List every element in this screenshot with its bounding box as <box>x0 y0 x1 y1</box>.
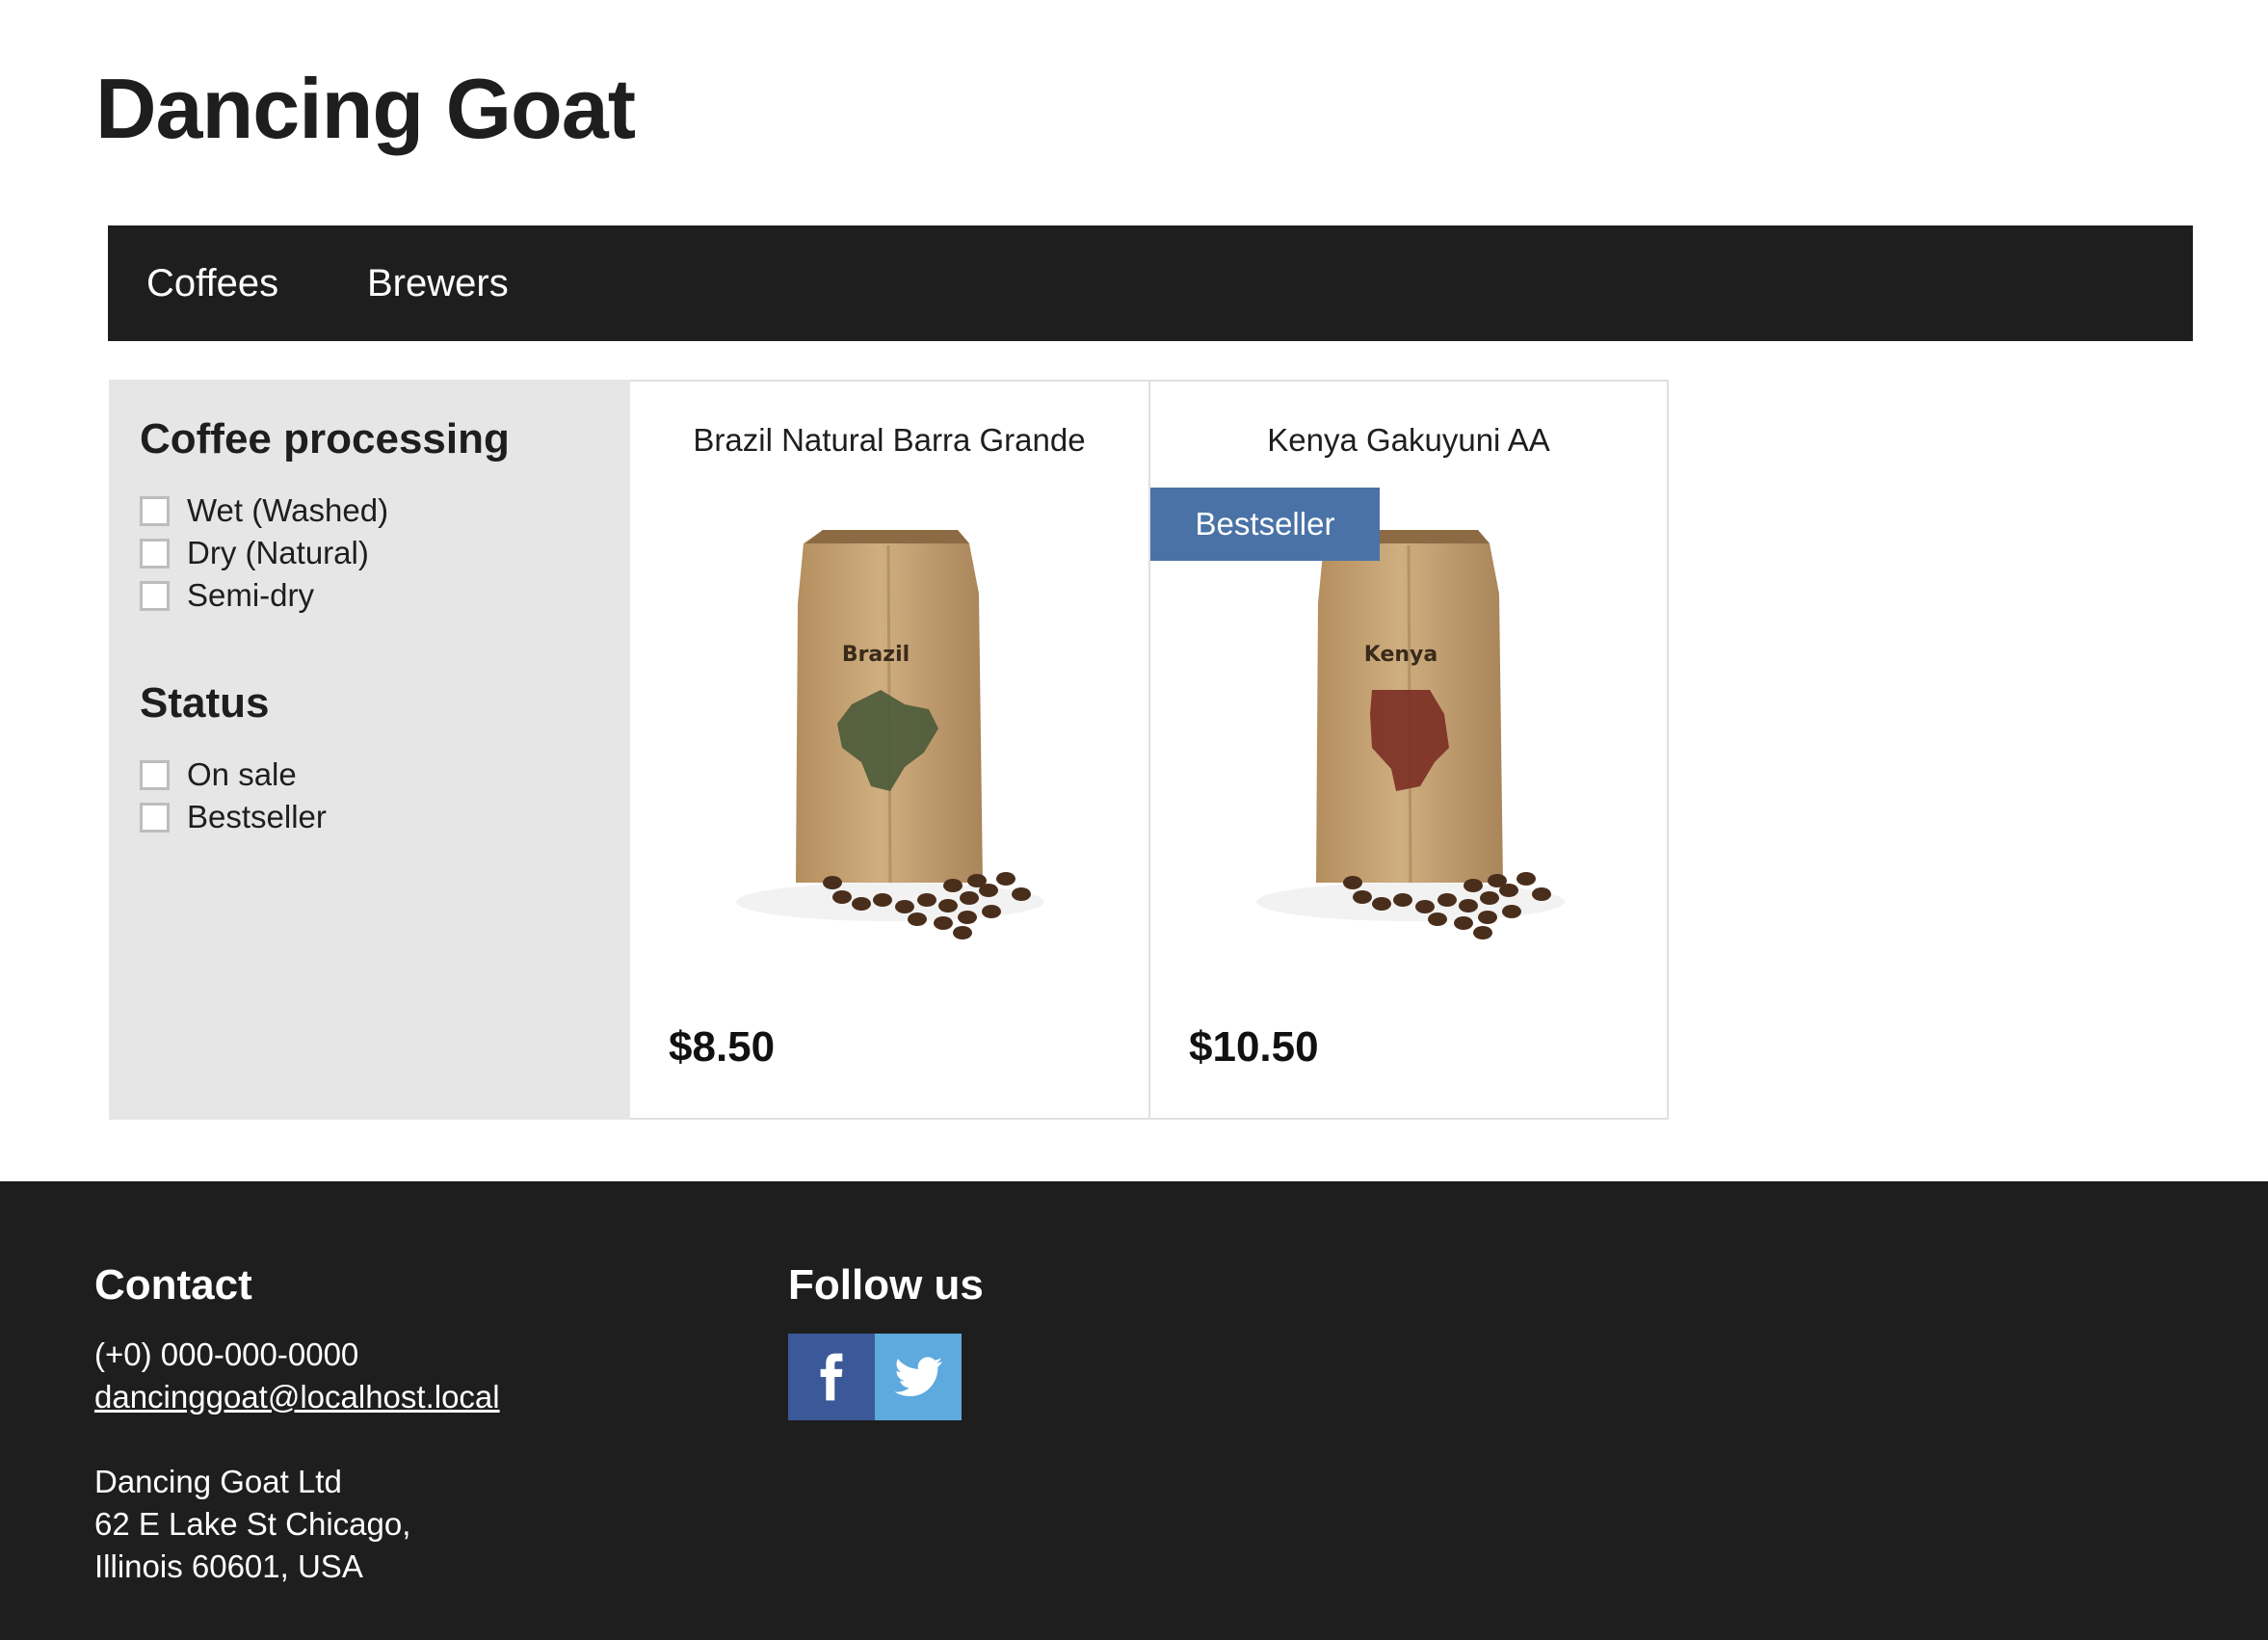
filter-option-label: Wet (Washed) <box>187 492 389 528</box>
contact-phone: (+0) 000-000-0000 <box>94 1336 359 1372</box>
status-heading: Status <box>140 679 270 727</box>
product-card-brazil[interactable]: Brazil Natural Barra Grande Brazil $8.50 <box>630 380 1150 1120</box>
bestseller-checkbox[interactable] <box>140 802 170 833</box>
filter-on-sale[interactable]: On sale <box>140 754 297 796</box>
filter-dry-natural[interactable]: Dry (Natural) <box>140 532 369 574</box>
facebook-icon <box>820 1353 843 1401</box>
product-card-kenya[interactable]: Kenya Gakuyuni AA Kenya Bestseller $10.5… <box>1148 380 1669 1120</box>
main-navigation: Coffees Brewers <box>108 225 2193 341</box>
filter-option-label: Bestseller <box>187 799 327 834</box>
filter-option-label: Dry (Natural) <box>187 535 369 570</box>
site-title: Dancing Goat <box>95 61 636 156</box>
nav-item-brewers[interactable]: Brewers <box>367 225 509 341</box>
coffee-bag-image[interactable]: Kenya <box>1237 516 1584 940</box>
bag-label: Brazil <box>842 643 910 667</box>
on-sale-checkbox[interactable] <box>140 759 170 790</box>
dry-natural-checkbox[interactable] <box>140 538 170 569</box>
product-price: $8.50 <box>669 1023 776 1071</box>
product-price: $10.50 <box>1189 1023 1319 1071</box>
wet-washed-checkbox[interactable] <box>140 495 170 526</box>
site-footer: Contact (+0) 000-000-0000 dancinggoat@lo… <box>0 1181 2268 1640</box>
filter-sidebar: Coffee processing Wet (Washed) Dry (Natu… <box>109 380 630 1120</box>
follow-us-heading: Follow us <box>788 1261 984 1309</box>
product-name[interactable]: Brazil Natural Barra Grande <box>630 422 1148 459</box>
filter-option-label: On sale <box>187 756 297 792</box>
bestseller-badge: Bestseller <box>1150 488 1380 561</box>
filter-semi-dry[interactable]: Semi-dry <box>140 574 314 617</box>
nav-item-coffees[interactable]: Coffees <box>146 225 278 341</box>
contact-email-link[interactable]: dancinggoat@localhost.local <box>94 1376 500 1418</box>
filter-option-label: Semi-dry <box>187 577 315 613</box>
filter-bestseller[interactable]: Bestseller <box>140 796 327 838</box>
address-line-1: 62 E Lake St Chicago, <box>94 1506 411 1542</box>
semi-dry-checkbox[interactable] <box>140 580 170 611</box>
twitter-link[interactable] <box>875 1334 962 1420</box>
bag-label: Kenya <box>1364 643 1437 667</box>
contact-heading: Contact <box>94 1261 252 1309</box>
address-line-2: Illinois 60601, USA <box>94 1548 363 1584</box>
coffee-bag-image[interactable]: Brazil <box>717 516 1064 940</box>
twitter-icon <box>894 1357 942 1396</box>
coffee-processing-heading: Coffee processing <box>140 415 510 463</box>
product-listing: Coffee processing Wet (Washed) Dry (Natu… <box>109 380 1670 1120</box>
product-name[interactable]: Kenya Gakuyuni AA <box>1150 422 1667 459</box>
filter-wet-washed[interactable]: Wet (Washed) <box>140 489 388 532</box>
facebook-link[interactable] <box>788 1334 875 1420</box>
company-name: Dancing Goat Ltd <box>94 1464 342 1499</box>
